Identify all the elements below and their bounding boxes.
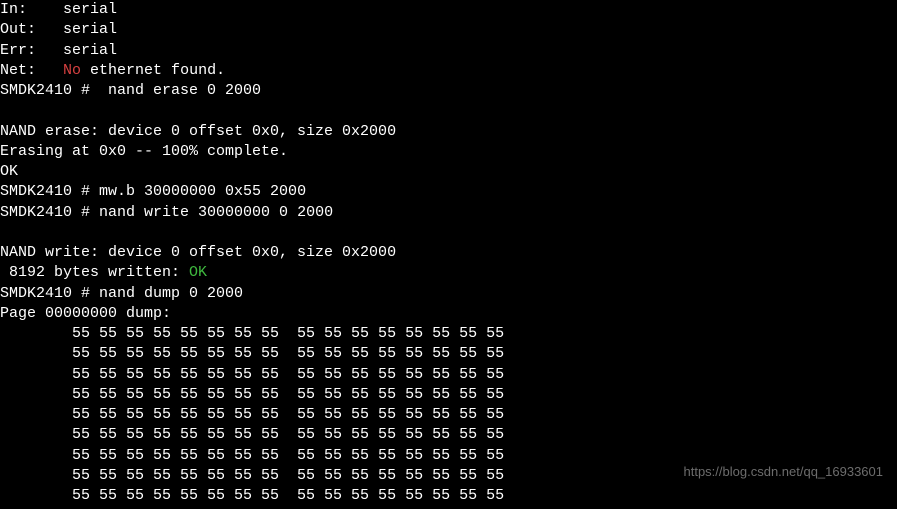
boot-err-label: Err: [0, 42, 36, 59]
write-line2-prefix: 8192 bytes written: [0, 264, 189, 281]
boot-out-value: serial [63, 21, 117, 38]
dump-rows: 55 55 55 55 55 55 55 55 55 55 55 55 55 5… [0, 325, 504, 504]
boot-in-value: serial [63, 1, 117, 18]
write-line1: NAND write: device 0 offset 0x0, size 0x… [0, 244, 396, 261]
boot-net-rest: ethernet found. [81, 62, 225, 79]
erase-line2: Erasing at 0x0 -- 100% complete. [0, 143, 288, 160]
cmd-dump: nand dump 0 2000 [99, 285, 243, 302]
prompt: SMDK2410 # [0, 285, 99, 302]
dump-header: Page 00000000 dump: [0, 305, 171, 322]
watermark: https://blog.csdn.net/qq_16933601 [684, 463, 884, 481]
boot-net-error: No [63, 62, 81, 79]
cmd-write: nand write 30000000 0 2000 [99, 204, 333, 221]
boot-err-value: serial [63, 42, 117, 59]
boot-net-label: Net: [0, 62, 36, 79]
boot-out-label: Out: [0, 21, 36, 38]
erase-line3: OK [0, 163, 18, 180]
boot-in-label: In: [0, 1, 27, 18]
prompt: SMDK2410 # [0, 82, 99, 99]
prompt: SMDK2410 # [0, 204, 99, 221]
write-status-ok: OK [189, 264, 207, 281]
cmd-erase: nand erase 0 2000 [99, 82, 261, 99]
prompt: SMDK2410 # [0, 183, 99, 200]
terminal-output: In: serial Out: serial Err: serial Net: … [0, 0, 897, 506]
cmd-mw: mw.b 30000000 0x55 2000 [99, 183, 306, 200]
erase-line1: NAND erase: device 0 offset 0x0, size 0x… [0, 123, 396, 140]
